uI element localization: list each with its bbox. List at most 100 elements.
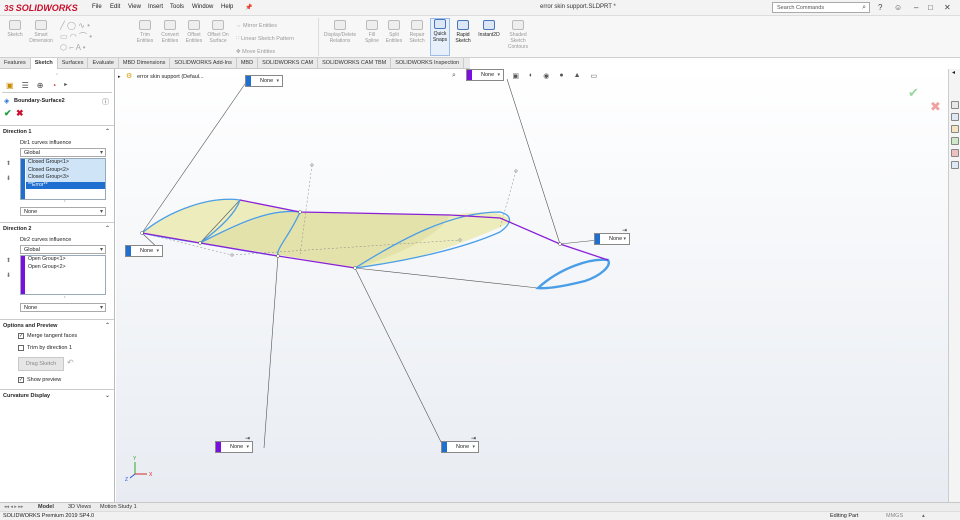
dir2-list-item[interactable]: Open Group<1> (26, 256, 105, 264)
convert-entities-button[interactable]: Convert Entities (158, 20, 182, 44)
mirror-entities-button[interactable]: ⇔ Mirror Entities (236, 20, 316, 33)
ok-check-icon[interactable]: ✔ (4, 108, 12, 119)
tab-solidworks-cam[interactable]: SOLIDWORKS CAM (258, 58, 319, 69)
file-explorer-icon[interactable] (951, 125, 959, 133)
menu-help[interactable]: Help (221, 4, 233, 10)
status-options-icon[interactable]: ▴ (922, 513, 925, 519)
move-down-icon[interactable]: ⬇ (6, 175, 11, 182)
shaded-sketch-contours-button[interactable]: Shaded Sketch Contours (504, 20, 532, 50)
tangency-callout[interactable]: None⇥ (441, 436, 479, 453)
tab-mbd-dimensions[interactable]: MBD Dimensions (119, 58, 171, 69)
tab-features[interactable]: Features (0, 58, 31, 69)
menu-tools[interactable]: Tools (170, 4, 184, 10)
display-delete-relations-button[interactable]: Display/Delete Relations (320, 20, 360, 44)
display-manager-tab-icon[interactable]: ◔ (51, 81, 56, 92)
more-tabs-icon[interactable]: ▸ (64, 81, 67, 92)
tab-mbd[interactable]: MBD (237, 58, 259, 69)
collapse-direction2-icon[interactable]: ⌃ (105, 225, 110, 232)
sketch-entities-group[interactable]: ╱ ◯ ∿ • ▭ ◠ ⌒ • ⬡ ⌐ A • (60, 20, 130, 54)
fill-spline-button[interactable]: Fill Spline (362, 20, 382, 44)
split-entities-button[interactable]: Split Entities (383, 20, 405, 44)
tangency-callout[interactable]: None⇥ (594, 228, 630, 245)
minimize-icon[interactable]: – (914, 3, 918, 12)
dir1-list-item[interactable]: Closed Group<1> (26, 159, 105, 167)
dir2-list-item[interactable]: Open Group<2> (26, 264, 105, 272)
repair-sketch-button[interactable]: Repair Sketch (406, 20, 428, 44)
view-palette-icon[interactable] (951, 137, 959, 145)
tangency-callout[interactable]: None (125, 245, 163, 257)
unit-system[interactable]: MMGS (886, 513, 903, 519)
expand-curvature-icon[interactable]: ⌄ (105, 392, 110, 399)
dir1-list-item-error[interactable]: **Error** (26, 181, 105, 189)
tab-sketch[interactable]: Sketch (30, 58, 58, 69)
tangency-callout[interactable]: None⇥ (215, 436, 253, 453)
collapse-direction1-icon[interactable]: ⌃ (105, 128, 110, 135)
tab-scroll-arrows[interactable]: ◂◂ ◂ ▸ ▸▸ (4, 504, 23, 510)
tab-solidworks-addins[interactable]: SOLIDWORKS Add-Ins (170, 58, 237, 69)
menu-edit[interactable]: Edit (110, 4, 120, 10)
rapid-sketch-button[interactable]: Rapid Sketch (452, 20, 474, 44)
menu-view[interactable]: View (128, 4, 141, 10)
solidworks-resources-icon[interactable] (951, 101, 959, 109)
help-icon[interactable]: ? (878, 3, 882, 12)
dir2-list-resize-handle[interactable]: • (64, 294, 65, 299)
graphics-viewport[interactable]: ▸ ⚙ error skin support (Defaul... ⌕ ⌖ ↶ … (116, 69, 960, 502)
tab-solidworks-inspection[interactable]: SOLIDWORKS Inspection (391, 58, 465, 69)
offset-entities-button[interactable]: Offset Entities (183, 20, 205, 44)
trim-entities-button[interactable]: Trim Entities (134, 20, 156, 44)
tab-motion-study[interactable]: Motion Study 1 (100, 504, 137, 510)
feature-manager-tab-icon[interactable]: ▣ (6, 81, 14, 92)
undo-sketch-drag-icon[interactable]: ↶ (67, 358, 74, 367)
user-icon[interactable]: ☺ (894, 3, 902, 12)
cancel-x-icon[interactable]: ✖ (16, 108, 24, 119)
instant2d-button[interactable]: Instant2D (475, 20, 503, 38)
tab-3d-views[interactable]: 3D Views (68, 504, 91, 510)
close-icon[interactable]: ✕ (944, 3, 951, 12)
collapse-options-icon[interactable]: ⌃ (105, 322, 110, 329)
drag-sketch-button[interactable]: Drag Sketch (18, 357, 64, 371)
sketch-button[interactable]: Sketch (4, 20, 26, 38)
property-manager-tab-icon[interactable]: ☰ (22, 81, 29, 92)
panel-collapse-handle[interactable]: • (0, 71, 114, 76)
smart-dimension-button[interactable]: Smart Dimension (28, 20, 54, 44)
custom-properties-icon[interactable] (951, 161, 959, 169)
model-geometry[interactable]: Y X Z (116, 69, 960, 502)
menu-window[interactable]: Window (192, 4, 213, 10)
merge-tangent-checkbox[interactable]: ✓ (18, 333, 24, 339)
config-manager-tab-icon[interactable]: ⊕ (37, 81, 44, 92)
callout-pin-icon[interactable]: ⇥ (471, 435, 476, 442)
pin-icon[interactable]: 📌 (245, 4, 252, 11)
dir2-tangency-select[interactable]: None (20, 303, 106, 312)
menu-insert[interactable]: Insert (148, 4, 163, 10)
dir1-influence-select[interactable]: Global (20, 148, 106, 157)
callout-pin-icon[interactable]: ⇥ (245, 435, 250, 442)
move-down-icon[interactable]: ⬇ (6, 272, 11, 279)
offset-on-surface-button[interactable]: Offset On Surface (206, 20, 230, 44)
show-preview-checkbox[interactable]: ✓ (18, 377, 24, 383)
linear-sketch-pattern-button[interactable]: ∷ Linear Sketch Pattern (236, 33, 316, 46)
dir1-tangency-select[interactable]: None (20, 207, 106, 216)
callout-pin-icon[interactable]: ⇥ (622, 227, 627, 234)
dir1-list-item[interactable]: Closed Group<3> (26, 174, 105, 182)
callout-pin-icon[interactable]: ⇥ (496, 69, 501, 70)
appearances-icon[interactable] (951, 149, 959, 157)
dir1-list-resize-handle[interactable]: • (64, 198, 65, 203)
tab-solidworks-cam-tbm[interactable]: SOLIDWORKS CAM TBM (318, 58, 392, 69)
tab-evaluate[interactable]: Evaluate (88, 58, 119, 69)
trim-dir1-checkbox[interactable] (18, 345, 24, 351)
help-icon[interactable]: ⓘ (102, 97, 109, 107)
menu-file[interactable]: File (92, 4, 102, 10)
move-up-icon[interactable]: ⬆ (6, 257, 11, 264)
search-icon[interactable]: ⌕ (862, 4, 866, 12)
solidworks-logo[interactable]: 3S SOLIDWORKS (4, 2, 78, 14)
dir2-influence-select[interactable]: Global (20, 245, 106, 254)
tangency-callout[interactable]: None (245, 75, 283, 87)
dir1-list-item[interactable]: Closed Group<2> (26, 166, 105, 174)
restore-icon[interactable]: □ (928, 3, 933, 12)
tangency-callout[interactable]: None⇥ (466, 69, 504, 81)
tab-model[interactable]: Model (38, 504, 54, 510)
task-pane-toggle-icon[interactable]: ◂ (952, 69, 955, 76)
move-up-icon[interactable]: ⬆ (6, 160, 11, 167)
quick-snaps-button[interactable]: Quick Snaps (430, 18, 450, 56)
dir1-curves-list[interactable]: Closed Group<1> Closed Group<2> Closed G… (20, 158, 106, 200)
